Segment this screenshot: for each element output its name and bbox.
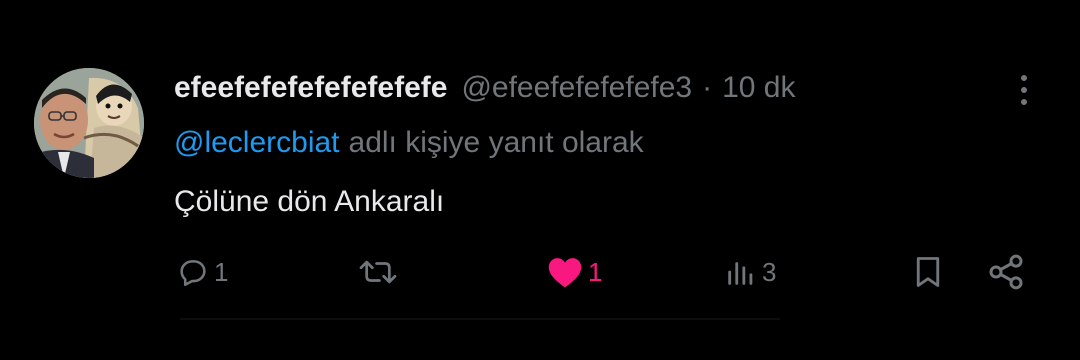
user-handle[interactable]: @efeefefefefefe3	[461, 71, 692, 105]
views-button[interactable]: 3	[724, 250, 776, 294]
reply-mention-link[interactable]: @leclercbiat	[174, 126, 340, 160]
more-options-icon[interactable]	[1006, 70, 1042, 110]
separator-dot: ·	[702, 71, 713, 104]
avatar-image	[34, 68, 144, 178]
tweet-text: Çölüne dön Ankaralı	[174, 185, 445, 218]
tweet-header: efeefefefefefefefefe @efeefefefefefe3 · …	[174, 66, 795, 110]
avatar[interactable]	[34, 68, 144, 178]
views-count: 3	[762, 256, 777, 287]
more-dot	[1021, 75, 1027, 81]
retweet-icon	[358, 255, 398, 289]
share-button[interactable]	[986, 250, 1026, 294]
action-bar: 1 1 3	[0, 250, 1080, 294]
more-dot	[1021, 87, 1027, 93]
reply-context-text: adlı kişiye yanıt olarak	[348, 126, 644, 159]
share-icon	[986, 252, 1026, 292]
reply-button[interactable]: 1	[176, 250, 228, 294]
like-count: 1	[588, 256, 603, 287]
views-icon	[724, 255, 758, 289]
divider	[180, 318, 780, 320]
like-button[interactable]: 1	[546, 250, 602, 294]
bookmark-button[interactable]	[910, 250, 946, 294]
timestamp[interactable]: 10 dk	[722, 71, 795, 105]
reply-context: @leclercbiat adlı kişiye yanıt olarak	[174, 123, 644, 163]
reply-count: 1	[214, 256, 229, 287]
display-name[interactable]: efeefefefefefefefefe	[174, 71, 447, 105]
retweet-button[interactable]	[358, 250, 402, 294]
reply-icon	[176, 255, 210, 289]
bookmark-icon	[910, 254, 946, 290]
heart-icon	[546, 255, 584, 289]
more-dot	[1021, 99, 1027, 105]
tweet[interactable]: efeefefefefefefefefe @efeefefefefefe3 · …	[0, 0, 1080, 360]
